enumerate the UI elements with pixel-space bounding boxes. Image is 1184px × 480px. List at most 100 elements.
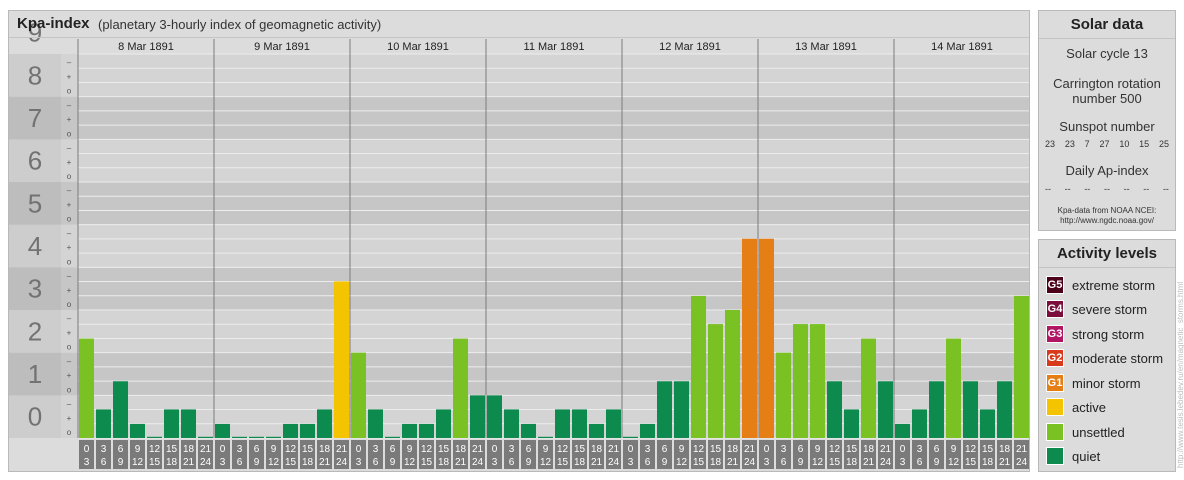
legend-swatch (1046, 398, 1064, 416)
y-subtick-label: o (67, 300, 72, 309)
kp-band (9, 224, 1029, 268)
time-slot-start: 9 (271, 444, 277, 455)
time-slot-end: 3 (356, 457, 362, 468)
time-slot-end: 15 (149, 457, 161, 468)
day-label: 11 Mar 1891 (524, 41, 585, 53)
legend-item-unsettled: unsettled (1046, 423, 1125, 441)
sunspot-value: 25 (1158, 139, 1169, 149)
time-slot-start: 9 (951, 444, 957, 455)
sunspot-heading: Sunspot number (1059, 119, 1155, 134)
day-label: 10 Mar 1891 (387, 41, 449, 53)
kp-bar (946, 338, 961, 438)
y-tick-label: 4 (28, 231, 42, 261)
time-slot-end: 18 (846, 457, 858, 468)
sunspot-value: 15 (1139, 139, 1150, 149)
data-credit-line-1: Kpa-data from NOAA NCEI: (1057, 206, 1157, 215)
kp-bar (351, 352, 366, 438)
y-subtick-label: – (67, 357, 72, 366)
data-credit-link[interactable]: http://www.ngdc.noaa.gov/ (1039, 216, 1175, 226)
day-label: 12 Mar 1891 (659, 41, 721, 53)
time-slot-start: 3 (917, 444, 923, 455)
kp-bar (504, 409, 519, 438)
legend-item-severe-storm: G4 severe storm (1046, 300, 1147, 318)
day-label: 8 Mar 1891 (118, 41, 174, 53)
time-slot-start: 9 (407, 444, 413, 455)
y-subtick-label: + (67, 115, 72, 124)
legend-label: extreme storm (1072, 277, 1156, 293)
kp-bar (96, 409, 111, 438)
time-slot-end: 12 (812, 457, 824, 468)
time-slot-start: 0 (764, 444, 770, 455)
time-slot-start: 21 (200, 444, 212, 455)
time-slot-end: 21 (727, 457, 739, 468)
kp-bar (79, 338, 94, 438)
time-slot-end: 15 (693, 457, 705, 468)
kp-bar (385, 436, 400, 438)
time-slot-end: 6 (917, 457, 923, 468)
time-slot-start: 18 (183, 444, 195, 455)
kp-bar (521, 423, 536, 438)
day-label: 14 Mar 1891 (931, 41, 993, 53)
legend-item-minor-storm: G1 minor storm (1046, 374, 1141, 392)
y-tick-label: 8 (28, 60, 42, 90)
time-slot-end: 18 (574, 457, 586, 468)
time-slot-start: 15 (438, 444, 450, 455)
time-slot-end: 3 (764, 457, 770, 468)
time-slot-end: 21 (863, 457, 875, 468)
time-slot-end: 6 (509, 457, 515, 468)
time-slot-start: 21 (608, 444, 620, 455)
kp-bar (606, 409, 621, 438)
legend-swatch: G3 (1046, 325, 1064, 343)
watermark-text: http://www.tesis.lebedev.ru/en/magnetic_… (1176, 281, 1184, 468)
time-slot-start: 6 (118, 444, 124, 455)
day-label: 9 Mar 1891 (254, 41, 310, 53)
kp-bar (640, 423, 655, 438)
legend-label: quiet (1072, 448, 1101, 464)
time-slot-end: 9 (118, 457, 124, 468)
time-slot-end: 24 (744, 457, 756, 468)
time-slot-end: 24 (336, 457, 348, 468)
sunspot-values: 23 23 7 27 10 15 25 (1039, 139, 1175, 149)
time-slot-start: 12 (149, 444, 161, 455)
y-subtick-label: – (67, 144, 72, 153)
time-slot-start: 6 (934, 444, 940, 455)
y-subtick-label: – (67, 272, 72, 281)
time-slot-start: 21 (1016, 444, 1028, 455)
time-slot-start: 9 (679, 444, 685, 455)
ap-value: -- (1045, 184, 1051, 194)
time-slot-end: 18 (302, 457, 314, 468)
kp-bar (453, 338, 468, 438)
ap-value: -- (1103, 184, 1110, 194)
time-slot-end: 3 (492, 457, 498, 468)
kp-bar (572, 409, 587, 438)
time-slot-end: 21 (455, 457, 467, 468)
y-tick-label: 0 (28, 402, 42, 432)
time-slot-start: 0 (84, 444, 90, 455)
time-slot-start: 12 (285, 444, 297, 455)
kp-bar (742, 238, 757, 438)
y-subtick-label: o (67, 172, 72, 181)
y-tick-label: 2 (28, 316, 42, 346)
y-tick-label: 1 (28, 359, 42, 389)
y-tick-label: 5 (28, 188, 42, 218)
kp-bar (419, 423, 434, 438)
kp-bar (912, 409, 927, 438)
time-slot-start: 15 (574, 444, 586, 455)
activity-levels-panel: Activity levels G5 extreme storm G4 seve… (1038, 239, 1176, 472)
kp-band (9, 54, 1029, 97)
time-slot-start: 12 (965, 444, 977, 455)
time-slot-start: 12 (421, 444, 433, 455)
kp-bar (402, 423, 417, 438)
time-slot-start: 21 (744, 444, 756, 455)
time-slot-end: 21 (183, 457, 195, 468)
kp-bar (368, 409, 383, 438)
legend-label: moderate storm (1072, 350, 1164, 366)
kpa-chart-panel: 8 Mar 1891 9 Mar 1891 10 Mar 1891 11 Mar 18… (8, 10, 1030, 472)
kp-bar (487, 395, 502, 438)
time-slot-start: 6 (526, 444, 532, 455)
kp-bar (589, 423, 604, 438)
kp-bar (317, 409, 332, 438)
y-subtick-label: – (67, 101, 72, 110)
legend-item-active: active (1046, 398, 1106, 416)
legend-swatch: G2 (1046, 349, 1064, 367)
